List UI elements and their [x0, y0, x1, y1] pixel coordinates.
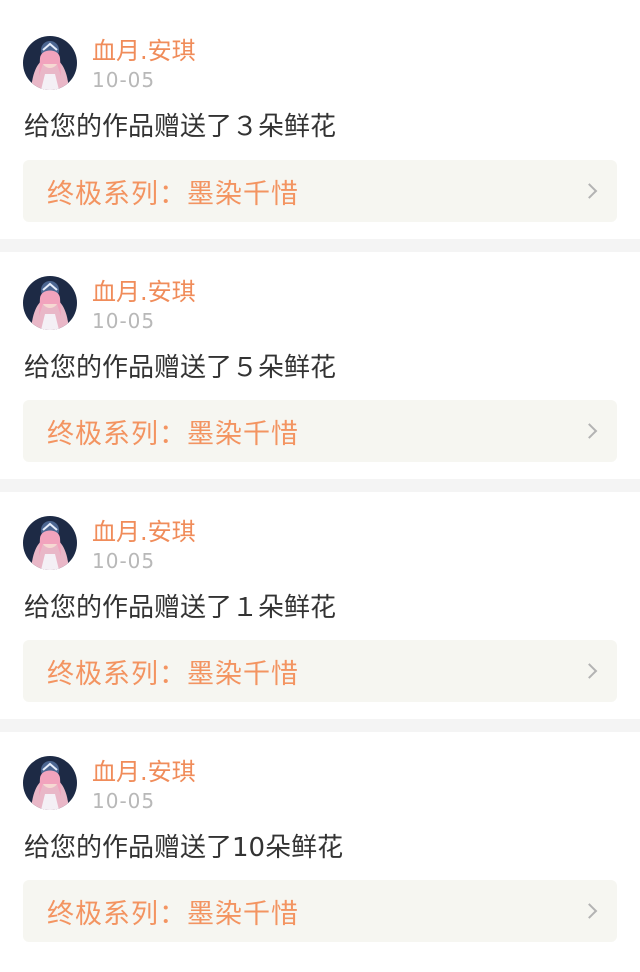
chevron-right-icon — [581, 903, 598, 919]
card-divider — [0, 239, 640, 252]
work-title: 终极系列：墨染千惜 — [47, 898, 299, 930]
username[interactable]: 血月.安琪 — [92, 518, 196, 546]
gift-message: 给您的作品赠送了３朵鲜花 — [24, 112, 337, 142]
gift-notification-card: 血月.安琪 10-05 给您的作品赠送了１朵鲜花 终极系列：墨染千惜 — [0, 492, 640, 719]
work-link[interactable]: 终极系列：墨染千惜 — [23, 400, 617, 462]
work-link[interactable]: 终极系列：墨染千惜 — [23, 640, 617, 702]
gift-message: 给您的作品赠送了５朵鲜花 — [24, 353, 337, 383]
work-link[interactable]: 终极系列：墨染千惜 — [23, 880, 617, 942]
username[interactable]: 血月.安琪 — [92, 278, 196, 306]
username[interactable]: 血月.安琪 — [92, 37, 196, 65]
notification-date: 10-05 — [92, 68, 156, 92]
card-divider — [0, 479, 640, 492]
card-divider — [0, 719, 640, 732]
notification-date: 10-05 — [92, 309, 156, 333]
chevron-right-icon — [581, 183, 598, 199]
chevron-right-icon — [581, 423, 598, 439]
username[interactable]: 血月.安琪 — [92, 758, 196, 786]
user-avatar[interactable] — [23, 516, 77, 570]
user-avatar[interactable] — [23, 756, 77, 810]
work-title: 终极系列：墨染千惜 — [47, 178, 299, 210]
chevron-right-icon — [581, 663, 598, 679]
work-title: 终极系列：墨染千惜 — [47, 418, 299, 450]
notification-date: 10-05 — [92, 549, 156, 573]
notification-date: 10-05 — [92, 789, 156, 813]
user-avatar[interactable] — [23, 276, 77, 330]
work-link[interactable]: 终极系列：墨染千惜 — [23, 160, 617, 222]
work-title: 终极系列：墨染千惜 — [47, 658, 299, 690]
gift-message: 给您的作品赠送了１朵鲜花 — [24, 593, 337, 623]
gift-notification-card: 血月.安琪 10-05 给您的作品赠送了３朵鲜花 终极系列：墨染千惜 — [0, 0, 640, 239]
gift-notification-card: 血月.安琪 10-05 给您的作品赠送了５朵鲜花 终极系列：墨染千惜 — [0, 252, 640, 479]
gift-notification-feed: 血月.安琪 10-05 给您的作品赠送了３朵鲜花 终极系列：墨染千惜 血月.安琪… — [0, 0, 640, 972]
user-avatar[interactable] — [23, 36, 77, 90]
gift-notification-card: 血月.安琪 10-05 给您的作品赠送了10朵鲜花 终极系列：墨染千惜 — [0, 732, 640, 972]
gift-message: 给您的作品赠送了10朵鲜花 — [24, 833, 344, 863]
